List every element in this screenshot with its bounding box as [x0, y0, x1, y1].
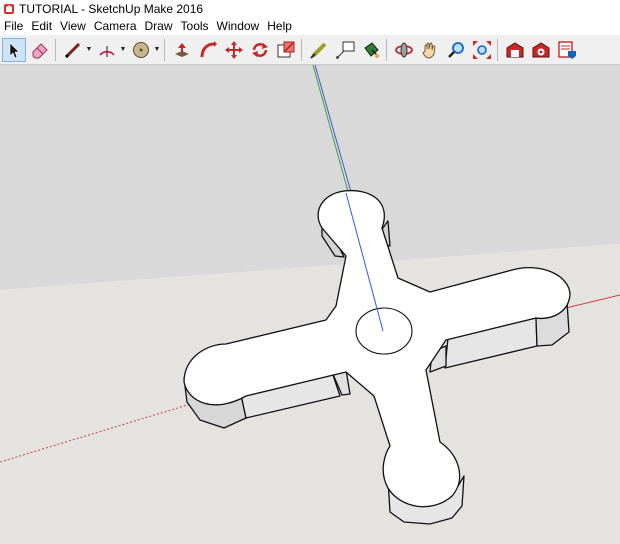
toolbar-separator: [386, 38, 387, 61]
menu-window[interactable]: Window: [213, 18, 264, 35]
toolbar-separator: [164, 38, 165, 61]
circle-tool-button[interactable]: [129, 38, 153, 62]
title-bar: TUTORIAL - SketchUp Make 2016: [0, 0, 620, 18]
scale-tool-button[interactable]: [274, 38, 298, 62]
layout-icon: [558, 40, 576, 59]
menu-view[interactable]: View: [56, 18, 90, 35]
eraser-tool-button[interactable]: [28, 38, 52, 62]
follow-me-tool-button[interactable]: [196, 38, 220, 62]
toolbar-separator: [497, 38, 498, 61]
menu-file[interactable]: File: [0, 18, 27, 35]
arc-tool-button[interactable]: [95, 38, 119, 62]
send-to-layout-button[interactable]: [555, 38, 579, 62]
toolbar-separator: [55, 38, 56, 61]
push-pull-tool-button[interactable]: [170, 38, 194, 62]
push-pull-icon: [175, 42, 189, 57]
pan-tool-button[interactable]: [418, 38, 442, 62]
3d-warehouse-button[interactable]: [503, 38, 527, 62]
orbit-tool-button[interactable]: [392, 38, 416, 62]
tape-measure-icon: [310, 42, 327, 59]
text-label-icon: [336, 41, 355, 59]
pencil-icon: [64, 42, 81, 58]
menu-help[interactable]: Help: [263, 18, 296, 35]
zoom-tool-button[interactable]: [444, 38, 468, 62]
pencil-tool-button[interactable]: [61, 38, 85, 62]
paint-bucket-icon: [364, 41, 379, 58]
pan-hand-icon: [422, 42, 436, 58]
menu-bar: File Edit View Camera Draw Tools Window …: [0, 18, 620, 35]
menu-edit[interactable]: Edit: [27, 18, 56, 35]
menu-tools[interactable]: Tools: [177, 18, 213, 35]
window-title: TUTORIAL - SketchUp Make 2016: [19, 2, 204, 16]
main-toolbar: ▼ ▼ ▼: [0, 35, 620, 65]
cursor-arrow-icon: [9, 41, 20, 58]
extension-warehouse-icon: [532, 41, 550, 57]
arc-icon: [99, 45, 115, 57]
menu-draw[interactable]: Draw: [141, 18, 177, 35]
follow-me-icon: [200, 40, 217, 57]
orbit-icon: [395, 42, 413, 57]
extension-warehouse-button[interactable]: [529, 38, 553, 62]
select-tool-button[interactable]: [2, 37, 26, 62]
rotate-icon: [252, 42, 268, 57]
menu-camera[interactable]: Camera: [90, 18, 141, 35]
move-tool-button[interactable]: [222, 38, 246, 62]
arc-dropdown-chevron-icon[interactable]: ▼: [119, 38, 127, 62]
warehouse-icon: [506, 41, 524, 57]
pencil-dropdown-chevron-icon[interactable]: ▼: [85, 38, 93, 62]
sketchup-app-icon: [4, 4, 14, 14]
circle-icon: [133, 41, 149, 58]
viewport-canvas[interactable]: [0, 65, 620, 544]
zoom-magnifier-icon: [448, 41, 464, 58]
scale-icon: [277, 41, 295, 57]
paint-bucket-tool-button[interactable]: [359, 38, 383, 62]
text-tool-button[interactable]: [333, 38, 357, 62]
rotate-tool-button[interactable]: [248, 38, 272, 62]
eraser-icon: [32, 42, 48, 58]
zoom-extents-tool-button[interactable]: [470, 38, 494, 62]
toolbar-separator: [301, 38, 302, 61]
zoom-extents-icon: [473, 40, 491, 59]
modeling-viewport[interactable]: [0, 65, 620, 544]
move-icon: [225, 40, 243, 59]
circle-dropdown-chevron-icon[interactable]: ▼: [153, 38, 161, 62]
tape-measure-tool-button[interactable]: [307, 38, 331, 62]
